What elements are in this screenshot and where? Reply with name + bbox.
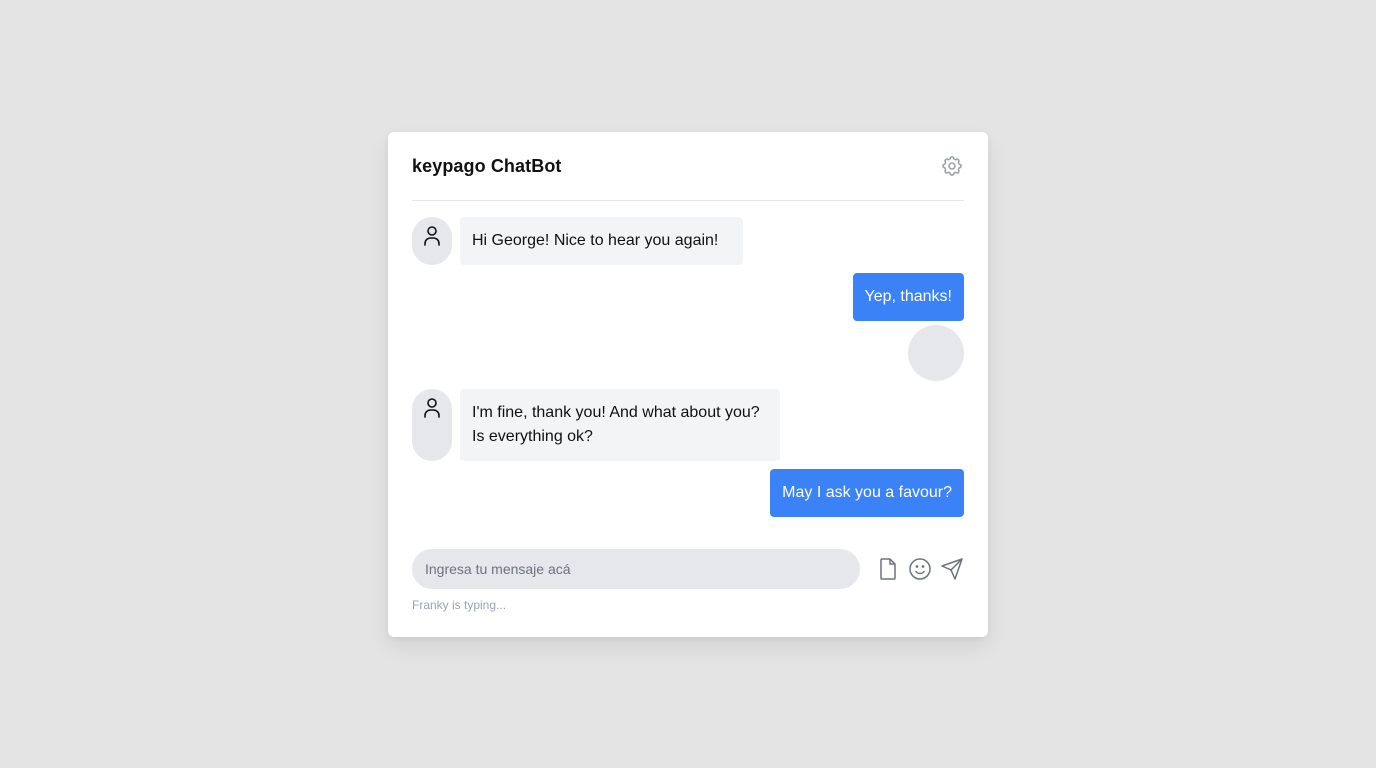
message-bubble: I'm fine, thank you! And what about you?… <box>460 389 780 461</box>
bot-message: I'm fine, thank you! And what about you?… <box>412 389 780 461</box>
bot-message: Hi George! Nice to hear you again! <box>412 217 743 265</box>
user-message-bubble: Yep, thanks! <box>852 273 964 321</box>
user-message-bubble: May I ask you a favour? <box>770 469 964 517</box>
file-icon[interactable] <box>876 557 900 581</box>
smile-icon[interactable] <box>908 557 932 581</box>
message-bubble: Hi George! Nice to hear you again! <box>460 217 743 265</box>
user-icon <box>422 225 442 265</box>
send-icon[interactable] <box>940 557 964 581</box>
message-input[interactable] <box>412 549 860 589</box>
gear-icon[interactable] <box>939 153 965 179</box>
message-list: Hi George! Nice to hear you again! Yep, … <box>412 201 964 547</box>
composer-actions <box>876 557 964 581</box>
user-icon <box>422 397 442 461</box>
composer <box>412 549 964 589</box>
chat-window: keypago ChatBot Hi George! Nice to hear … <box>388 132 988 637</box>
typing-indicator: Franky is typing... <box>412 598 507 612</box>
chat-header: keypago ChatBot <box>412 132 964 201</box>
bot-avatar <box>412 389 452 461</box>
bot-avatar <box>412 217 452 265</box>
user-avatar <box>908 325 964 381</box>
chat-title: keypago ChatBot <box>412 155 562 176</box>
